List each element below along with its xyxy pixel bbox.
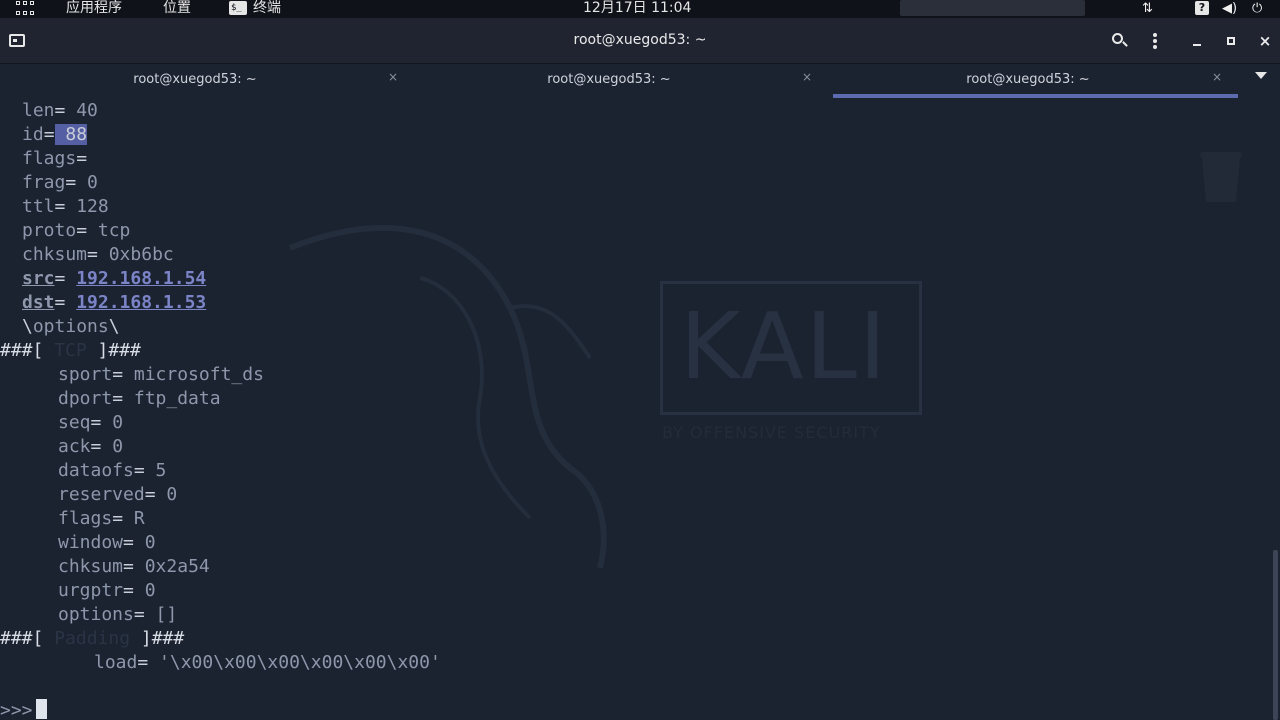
window-title: root@xuegod53: ~ [573, 32, 707, 48]
kali-logo-frame [660, 281, 922, 415]
help-icon[interactable]: ? [1195, 1, 1209, 15]
field-proto: proto= tcp [22, 220, 131, 241]
field-urgptr: urgptr= 0 [58, 580, 156, 601]
field-id: id= 88 [22, 124, 88, 145]
field-chksum: chksum= 0xb6bc [22, 244, 174, 265]
field-dport: dport= ftp_data [58, 388, 221, 409]
places-menu[interactable]: 位置 [163, 0, 191, 18]
kali-watermark: KALI [680, 293, 889, 400]
field-tcp-chksum: chksum= 0x2a54 [58, 556, 210, 577]
clock[interactable]: 12月17日 11:04 [583, 0, 691, 18]
terminal-icon[interactable]: $_ [229, 1, 247, 15]
minimize-icon[interactable] [1186, 30, 1208, 52]
field-ttl: ttl= 128 [22, 196, 109, 217]
tab-label: root@xuegod53: ~ [133, 72, 257, 87]
field-frag: frag= 0 [22, 172, 98, 193]
text-cursor [35, 699, 47, 719]
tab-label: root@xuegod53: ~ [547, 72, 671, 87]
apps-grid-icon[interactable] [16, 1, 34, 17]
tab-3-active[interactable]: root@xuegod53: ~ × [833, 64, 1238, 98]
terminal-scrollbar[interactable] [1273, 550, 1278, 720]
close-icon[interactable]: × [1254, 30, 1276, 52]
search-icon[interactable] [1108, 30, 1130, 52]
terminal-app-menu[interactable]: 终端 [253, 0, 281, 18]
kali-tagline: BY OFFENSIVE SECURITY [662, 423, 881, 442]
field-options: \options\ [22, 316, 120, 337]
tab-close-icon[interactable]: × [802, 70, 812, 84]
network-icon[interactable]: ⇅ [1142, 1, 1153, 16]
field-sport: sport= microsoft_ds [58, 364, 264, 385]
field-tcp-options: options= [] [58, 604, 178, 625]
tab-2[interactable]: root@xuegod53: ~ × [414, 64, 828, 98]
field-len: len= 40 [22, 100, 98, 121]
field-seq: seq= 0 [58, 412, 124, 433]
field-reserved: reserved= 0 [58, 484, 178, 505]
tab-bar: root@xuegod53: ~ × root@xuegod53: ~ × ro… [0, 64, 1280, 98]
padding-header: ###[ Padding ]### [0, 628, 185, 649]
trash-watermark-icon [1200, 152, 1242, 202]
field-load: load= '\x00\x00\x00\x00\x00\x00' [94, 652, 441, 673]
tab-1[interactable]: root@xuegod53: ~ × [0, 64, 414, 98]
terminal-output[interactable]: KALI BY OFFENSIVE SECURITY len= 40 id= 8… [0, 98, 1280, 720]
applications-menu[interactable]: 应用程序 [66, 0, 122, 18]
tab-label: root@xuegod53: ~ [966, 72, 1090, 87]
kebab-menu-icon[interactable] [1144, 30, 1166, 52]
maximize-icon[interactable] [1220, 30, 1242, 52]
field-dst: dst= 192.168.1.53 [22, 292, 207, 313]
field-window: window= 0 [58, 532, 156, 553]
field-flags: flags= [22, 148, 88, 169]
field-tcp-flags: flags= R [58, 508, 145, 529]
top-panel: 应用程序 位置 $_ 终端 12月17日 11:04 ⇅ ? ◀) ⏻ [0, 0, 1280, 18]
tab-close-icon[interactable]: × [1212, 70, 1222, 84]
field-src: src= 192.168.1.54 [22, 268, 207, 289]
panel-indicator-box [900, 0, 1085, 16]
field-dataofs: dataofs= 5 [58, 460, 167, 481]
window-header: root@xuegod53: ~ × [0, 18, 1280, 64]
tab-close-icon[interactable]: × [388, 70, 398, 84]
tab-list-dropdown-icon[interactable] [1255, 72, 1267, 79]
volume-icon[interactable]: ◀) [1222, 1, 1237, 16]
tcp-header: ###[ TCP ]### [0, 340, 141, 361]
power-icon[interactable]: ⏻ [1252, 1, 1262, 16]
kali-dragon-watermark-icon [288, 225, 607, 569]
field-ack: ack= 0 [58, 436, 124, 457]
python-prompt[interactable]: >>> [0, 699, 47, 720]
